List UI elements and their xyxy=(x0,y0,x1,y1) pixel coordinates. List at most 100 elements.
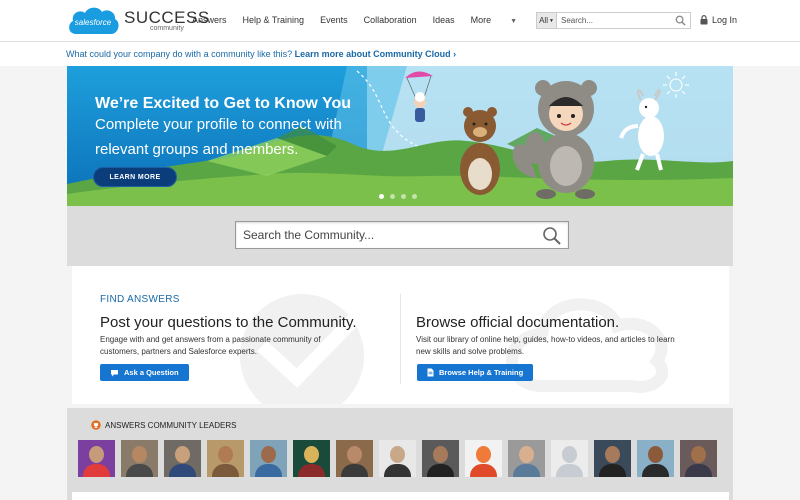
carousel-dot-4[interactable] xyxy=(412,194,417,199)
avatar-body xyxy=(470,464,497,477)
salesforce-logo[interactable]: salesforce xyxy=(66,4,120,38)
hero-banner: We’re Excited to Get to Know You Complet… xyxy=(67,66,733,206)
promo-strip: What could your company do with a commun… xyxy=(0,42,800,66)
avatar-head xyxy=(261,446,276,463)
avatar-head xyxy=(304,446,319,463)
avatar-body xyxy=(83,464,110,477)
leader-avatar[interactable] xyxy=(680,440,717,477)
avatar-body xyxy=(169,464,196,477)
browse-docs-desc-2: new skills and solve problems. xyxy=(416,347,525,356)
chevron-down-icon: ▼ xyxy=(548,17,554,24)
leader-avatar[interactable] xyxy=(379,440,416,477)
chat-bubble-icon xyxy=(111,369,118,376)
search-scope-select[interactable]: All ▼ xyxy=(537,13,557,28)
browse-docs-title: Browse official documentation. xyxy=(416,314,620,331)
nav-events[interactable]: Events xyxy=(320,15,348,25)
post-questions-title: Post your questions to the Community. xyxy=(100,314,357,331)
browse-help-button[interactable]: Browse Help & Training xyxy=(417,364,534,381)
search-scope-label: All xyxy=(539,16,548,25)
avatar-body xyxy=(642,464,669,477)
avatar-body xyxy=(126,464,153,477)
nav-more-label: More xyxy=(470,15,492,25)
leader-avatar[interactable] xyxy=(121,440,158,477)
community-search xyxy=(235,221,569,249)
community-search-band xyxy=(67,206,733,266)
lock-icon xyxy=(700,15,708,25)
leader-avatar[interactable] xyxy=(422,440,459,477)
avatar-head xyxy=(132,446,147,463)
ask-question-button[interactable]: Ask a Question xyxy=(100,364,189,381)
site-header: salesforce SUCCESS community Answers Hel… xyxy=(0,0,800,42)
search-icon[interactable] xyxy=(675,15,686,26)
find-answers-panel: FIND ANSWERS Post your questions to the … xyxy=(72,266,729,404)
carousel-dots xyxy=(379,194,417,199)
hero-title: We’re Excited to Get to Know You xyxy=(95,95,352,112)
nav-ideas[interactable]: Ideas xyxy=(433,15,455,25)
leader-avatar[interactable] xyxy=(207,440,244,477)
avatar-head xyxy=(648,446,663,463)
ask-question-label: Ask a Question xyxy=(124,368,179,377)
carousel-dot-2[interactable] xyxy=(390,194,395,199)
nav-more[interactable]: More ▼ xyxy=(471,15,533,25)
carousel-dot-1[interactable] xyxy=(379,194,384,199)
search-icon[interactable] xyxy=(542,226,562,246)
document-icon xyxy=(427,368,434,377)
avatar-body xyxy=(298,464,325,477)
trophy-badge-icon xyxy=(91,420,101,430)
hero-subtitle-line-1: Complete your profile to connect with xyxy=(95,116,342,133)
leaders-title-label: ANSWERS COMMUNITY LEADERS xyxy=(105,420,237,430)
avatar-body xyxy=(556,464,583,477)
header-search: All ▼ xyxy=(536,12,691,29)
leader-avatar[interactable] xyxy=(551,440,588,477)
nav-help-training[interactable]: Help & Training xyxy=(243,15,305,25)
avatar-head xyxy=(519,446,534,463)
avatar-body xyxy=(599,464,626,477)
avatar-head xyxy=(175,446,190,463)
browse-docs-desc-1: Visit our library of online help, guides… xyxy=(416,335,675,344)
avatar-head xyxy=(691,446,706,463)
leader-avatar[interactable] xyxy=(293,440,330,477)
avatar-body xyxy=(384,464,411,477)
avatar-head xyxy=(562,446,577,463)
avatar-head xyxy=(390,446,405,463)
login-link[interactable]: Log In xyxy=(700,15,737,25)
svg-text:salesforce: salesforce xyxy=(75,18,112,27)
avatar-head xyxy=(347,446,362,463)
leader-avatar[interactable] xyxy=(465,440,502,477)
avatar-head xyxy=(218,446,233,463)
promo-text: What could your company do with a commun… xyxy=(66,49,456,59)
leader-avatar[interactable] xyxy=(637,440,674,477)
community-search-input[interactable] xyxy=(236,228,526,242)
nav-collaboration[interactable]: Collaboration xyxy=(364,15,417,25)
header-search-input[interactable] xyxy=(557,13,667,28)
leader-avatar[interactable] xyxy=(508,440,545,477)
find-answers-label: FIND ANSWERS xyxy=(100,294,180,305)
chevron-down-icon: ▼ xyxy=(510,18,518,25)
promo-link[interactable]: Learn more about Community Cloud › xyxy=(295,49,457,59)
footer-strip xyxy=(72,492,729,500)
leader-avatar[interactable] xyxy=(78,440,115,477)
avatar-body xyxy=(255,464,282,477)
leaders-title: ANSWERS COMMUNITY LEADERS xyxy=(91,420,236,430)
hero-subtitle-line-2: relevant groups and members. xyxy=(95,141,299,158)
leader-avatar[interactable] xyxy=(250,440,287,477)
avatar-body xyxy=(513,464,540,477)
carousel-dot-3[interactable] xyxy=(401,194,406,199)
leader-avatar[interactable] xyxy=(594,440,631,477)
avatar-body xyxy=(427,464,454,477)
login-label: Log In xyxy=(712,15,738,25)
avatar-head xyxy=(476,446,491,463)
leader-avatar[interactable] xyxy=(164,440,201,477)
learn-more-button[interactable]: LEARN MORE xyxy=(93,167,177,187)
avatar-head xyxy=(605,446,620,463)
browse-help-label: Browse Help & Training xyxy=(439,368,524,377)
avatar-head xyxy=(433,446,448,463)
nav-answers[interactable]: Answers xyxy=(192,15,227,25)
leader-avatar[interactable] xyxy=(336,440,373,477)
avatar-body xyxy=(341,464,368,477)
avatar-head xyxy=(89,446,104,463)
avatar-body xyxy=(212,464,239,477)
page: salesforce SUCCESS community Answers Hel… xyxy=(0,0,800,500)
community-leaders: ANSWERS COMMUNITY LEADERS xyxy=(67,408,733,500)
brand-sub: community xyxy=(150,25,184,32)
